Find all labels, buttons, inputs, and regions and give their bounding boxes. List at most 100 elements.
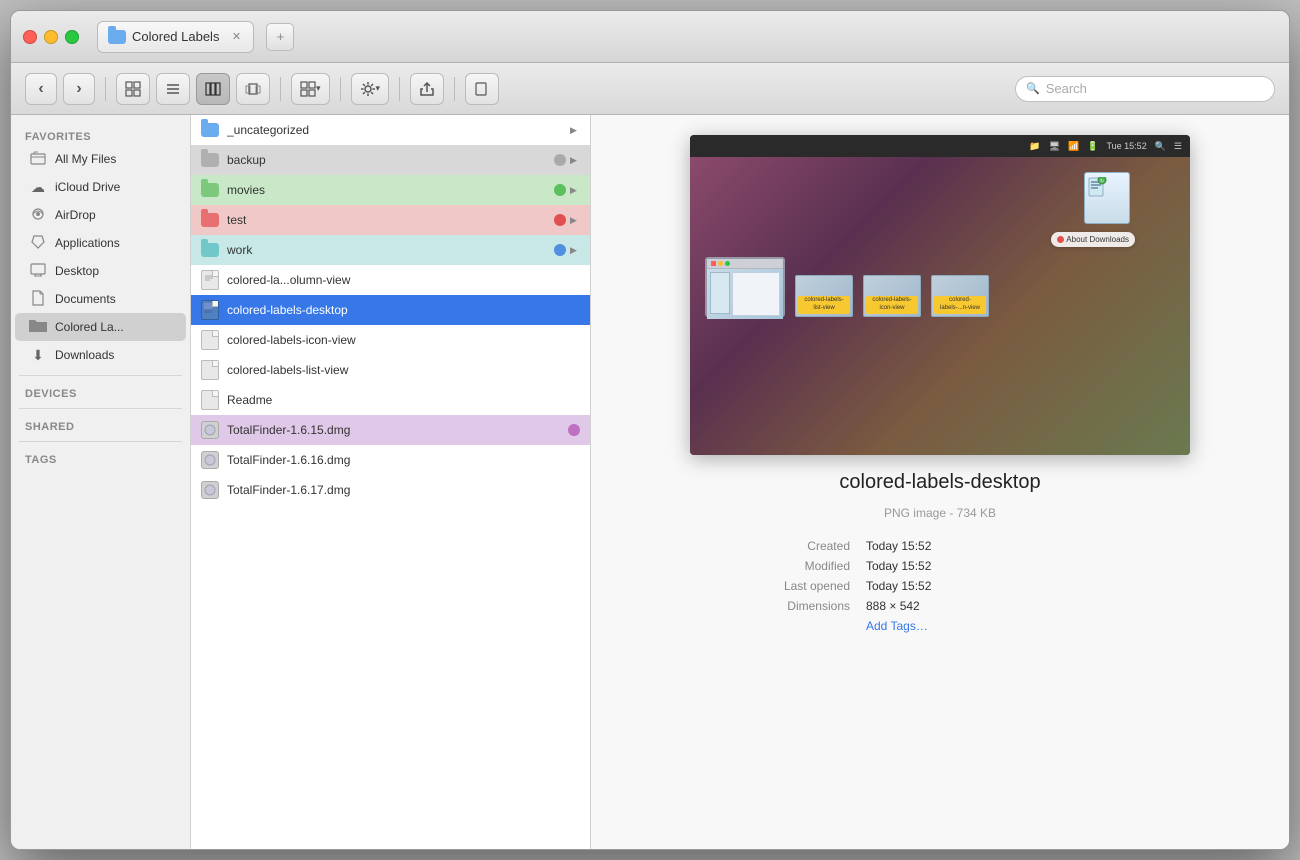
mini-menu-bar: 📁 🖥 📶 🔋 Tue 15:52 🔍 ☰ <box>690 135 1190 157</box>
meta-label: Created <box>730 539 850 553</box>
doc-icon <box>201 300 219 320</box>
search-box[interactable]: 🔍 Search <box>1015 76 1275 102</box>
list-item[interactable]: movies ▶ <box>191 175 590 205</box>
folder-icon <box>201 243 219 257</box>
all-my-files-icon <box>29 151 47 168</box>
file-name: TotalFinder-1.6.17.dmg <box>227 483 580 497</box>
traffic-lights <box>23 30 79 44</box>
add-tags-button[interactable]: Add Tags… <box>866 619 928 633</box>
meta-row-created: Created Today 15:52 <box>730 536 1150 556</box>
file-name: work <box>227 243 554 257</box>
search-icon: 🔍 <box>1026 82 1040 95</box>
sidebar-item-label: All My Files <box>55 152 116 166</box>
sidebar-item-colored-labels[interactable]: Colored La... <box>15 313 186 341</box>
list-item[interactable]: colored-labels-list-view <box>191 355 590 385</box>
coverflow-icon <box>245 81 261 97</box>
tab-close-button[interactable]: ✕ <box>229 30 243 44</box>
coverflow-button[interactable] <box>236 73 270 105</box>
list-item[interactable]: TotalFinder-1.6.17.dmg <box>191 475 590 505</box>
downloads-icon: ⬇ <box>29 347 47 364</box>
action-dropdown-arrow: ▾ <box>376 83 381 94</box>
forward-button[interactable] <box>63 73 95 105</box>
mini-display-icon: 🖥 <box>1049 141 1060 152</box>
action-button[interactable]: ▾ <box>351 73 390 105</box>
tag-icon <box>474 81 490 97</box>
toolbar-separator-1 <box>105 77 106 101</box>
meta-value: Today 15:52 <box>866 579 931 593</box>
label-dot <box>568 424 580 436</box>
sidebar-item-applications[interactable]: Applications <box>15 229 186 257</box>
new-tab-button[interactable]: + <box>266 23 294 51</box>
icon-view-icon <box>125 81 141 97</box>
preview-metadata: Created Today 15:52 Modified Today 15:52… <box>730 536 1150 636</box>
sidebar-item-icloud-drive[interactable]: ☁ iCloud Drive <box>15 173 186 201</box>
expand-arrow: ▶ <box>570 155 580 166</box>
share-button[interactable] <box>410 73 444 105</box>
folder-icon <box>201 213 219 227</box>
file-name: colored-labels-icon-view <box>227 333 580 347</box>
list-view-button[interactable] <box>156 73 190 105</box>
sidebar: Favorites All My Files ☁ iCloud Drive Ai… <box>11 115 191 849</box>
mini-file-preview: ↻ <box>1084 172 1130 224</box>
sidebar-item-downloads[interactable]: ⬇ Downloads <box>15 341 186 369</box>
tab-folder-icon <box>108 30 126 44</box>
sidebar-item-label: Desktop <box>55 264 99 278</box>
meta-label <box>730 619 850 633</box>
close-button[interactable] <box>23 30 37 44</box>
doc-icon <box>201 270 219 290</box>
file-list: _uncategorized ▶ backup ▶ movies ▶ test <box>191 115 591 849</box>
sidebar-item-all-my-files[interactable]: All My Files <box>15 145 186 173</box>
desktop-icon <box>29 263 47 280</box>
minimize-button[interactable] <box>44 30 58 44</box>
sidebar-item-label: iCloud Drive <box>55 180 120 194</box>
preview-filename: colored-labels-desktop <box>839 471 1040 494</box>
list-item[interactable]: colored-la...olumn-view <box>191 265 590 295</box>
forward-icon <box>76 80 81 98</box>
sidebar-item-desktop[interactable]: Desktop <box>15 257 186 285</box>
thumb1-label: colored-labels-list-view <box>798 296 850 314</box>
meta-label: Modified <box>730 559 850 573</box>
tags-section-label: Tags <box>11 448 190 468</box>
sidebar-item-documents[interactable]: Documents <box>15 285 186 313</box>
list-item[interactable]: colored-labels-desktop <box>191 295 590 325</box>
icon-view-button[interactable] <box>116 73 150 105</box>
toolbar: ▾ ▾ <box>11 63 1289 115</box>
thumb3-label: colored-labels-...n-view <box>934 296 986 314</box>
list-item[interactable]: test ▶ <box>191 205 590 235</box>
mini-time: Tue 15:52 <box>1107 141 1147 151</box>
list-item[interactable]: Readme <box>191 385 590 415</box>
toolbar-separator-5 <box>454 77 455 101</box>
maximize-button[interactable] <box>65 30 79 44</box>
list-item[interactable]: TotalFinder-1.6.16.dmg <box>191 445 590 475</box>
preview-image: 📁 🖥 📶 🔋 Tue 15:52 🔍 ☰ <box>690 135 1190 455</box>
list-item[interactable]: colored-labels-icon-view <box>191 325 590 355</box>
about-downloads-badge: About Downloads <box>1051 232 1135 247</box>
meta-row-last-opened: Last opened Today 15:52 <box>730 576 1150 596</box>
doc-icon <box>201 330 219 350</box>
file-name: colored-la...olumn-view <box>227 273 580 287</box>
arrange-button[interactable]: ▾ <box>291 73 330 105</box>
colored-labels-folder-icon <box>29 319 47 336</box>
list-item[interactable]: TotalFinder-1.6.15.dmg <box>191 415 590 445</box>
column-view-button[interactable] <box>196 73 230 105</box>
back-button[interactable] <box>25 73 57 105</box>
sidebar-separator-3 <box>19 441 182 442</box>
meta-value: Today 15:52 <box>866 539 931 553</box>
documents-icon <box>29 290 47 309</box>
list-item[interactable]: backup ▶ <box>191 145 590 175</box>
list-item[interactable]: _uncategorized ▶ <box>191 115 590 145</box>
file-name: colored-labels-desktop <box>227 303 580 317</box>
sidebar-separator-1 <box>19 375 182 376</box>
thumb2-label: colored-labels-icon-view <box>866 296 918 314</box>
arrange-icon <box>300 81 316 97</box>
list-item[interactable]: work ▶ <box>191 235 590 265</box>
active-tab[interactable]: Colored Labels ✕ <box>97 21 254 53</box>
file-name: Readme <box>227 393 580 407</box>
mini-battery-icon: 🔋 <box>1087 141 1098 152</box>
tag-button[interactable] <box>465 73 499 105</box>
mini-thumb-2: colored-labels-icon-view <box>863 275 921 317</box>
meta-row-dimensions: Dimensions 888 × 542 <box>730 596 1150 616</box>
sidebar-item-airdrop[interactable]: AirDrop <box>15 201 186 229</box>
mac-screenshot: 📁 🖥 📶 🔋 Tue 15:52 🔍 ☰ <box>690 135 1190 455</box>
badge-dot <box>1057 236 1064 243</box>
